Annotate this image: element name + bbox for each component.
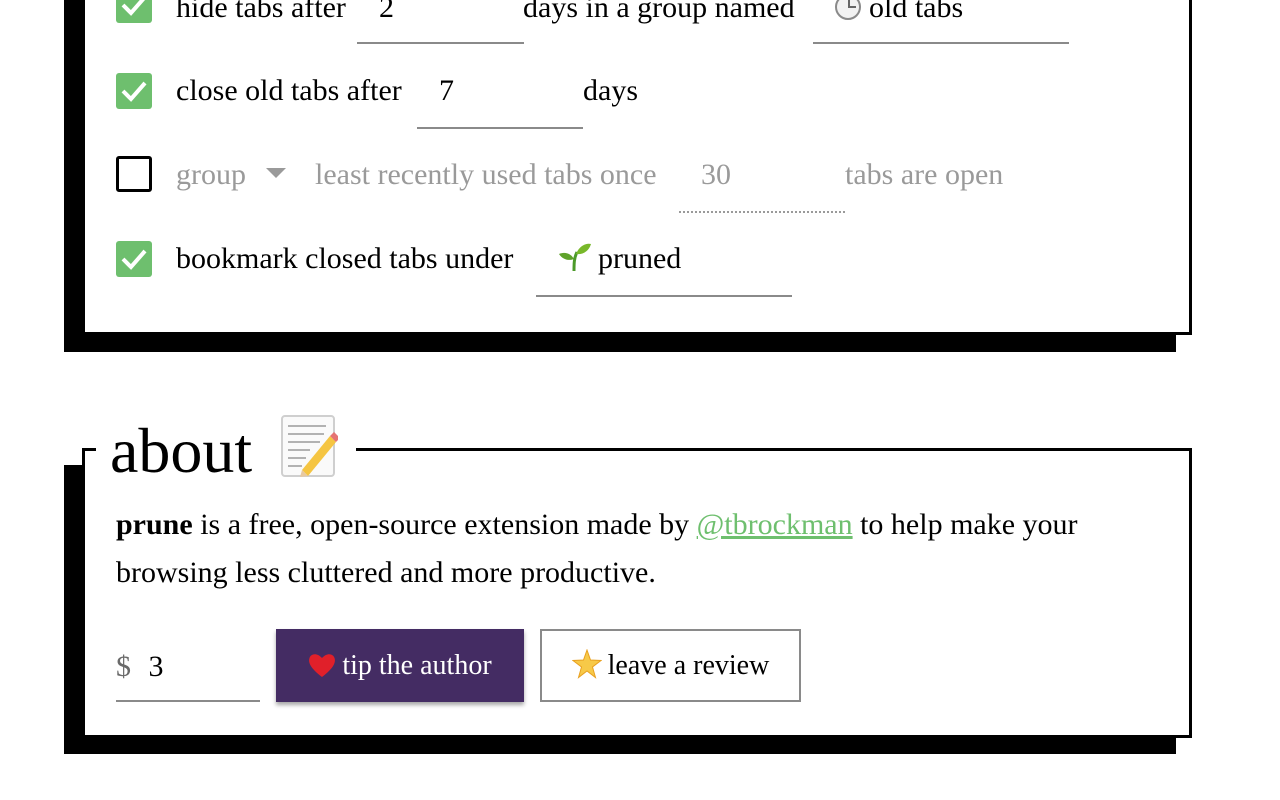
heart-icon [309, 654, 336, 677]
hide-group-label: days in a group named [523, 0, 795, 24]
check-icon [121, 249, 147, 270]
bookmark-folder-input[interactable]: pruned [536, 242, 792, 297]
app-name: prune [116, 508, 193, 541]
leave-review-label: leave a review [607, 650, 770, 681]
bookmark-folder-name: pruned [598, 242, 682, 275]
hide-tabs-label: hide tabs after [176, 0, 346, 24]
author-link[interactable]: @tbrockman [697, 508, 853, 541]
group-threshold-suffix: tabs are open [845, 158, 1004, 191]
star-icon [571, 648, 603, 679]
group-threshold-label: least recently used tabs once [315, 158, 657, 191]
group-action-select[interactable]: group [176, 157, 286, 193]
tip-amount-value: 3 [148, 650, 164, 683]
close-days-value: 7 [439, 74, 454, 107]
tip-author-button[interactable]: tip the author [276, 629, 524, 702]
check-icon [121, 0, 146, 16]
tip-amount-input[interactable]: $ 3 [116, 648, 260, 702]
group-action-value: group [176, 158, 246, 191]
about-description: prune is a free, open-source extension m… [116, 501, 1176, 597]
hide-tabs-checkbox[interactable] [116, 0, 152, 23]
tip-author-label: tip the author [342, 650, 492, 681]
hide-days-value: 2 [379, 0, 394, 24]
close-days-input[interactable]: 7 [417, 74, 583, 129]
bookmark-label: bookmark closed tabs under [176, 242, 514, 275]
close-days-suffix: days [583, 74, 638, 107]
hide-days-input[interactable]: 2 [357, 0, 524, 44]
hide-group-name-input[interactable]: old tabs [813, 0, 1069, 44]
memo-icon [281, 415, 341, 477]
group-count-value: 30 [701, 158, 731, 191]
check-icon [121, 81, 147, 102]
close-tabs-checkbox[interactable] [116, 73, 152, 109]
leave-review-button[interactable]: leave a review [540, 629, 801, 702]
about-title: about [110, 415, 253, 486]
group-tabs-checkbox[interactable] [116, 156, 152, 192]
close-tabs-label: close old tabs after [176, 74, 402, 107]
currency-symbol: $ [116, 650, 131, 683]
seedling-icon [559, 243, 591, 272]
chevron-down-icon [265, 168, 286, 178]
bookmark-tabs-checkbox[interactable] [116, 241, 152, 277]
about-text-before: is a free, open-source extension made by [192, 508, 697, 541]
hide-group-name: old tabs [869, 0, 964, 24]
clock-icon [835, 0, 861, 20]
about-heading: about [96, 414, 357, 486]
group-count-input[interactable]: 30 [679, 158, 845, 213]
